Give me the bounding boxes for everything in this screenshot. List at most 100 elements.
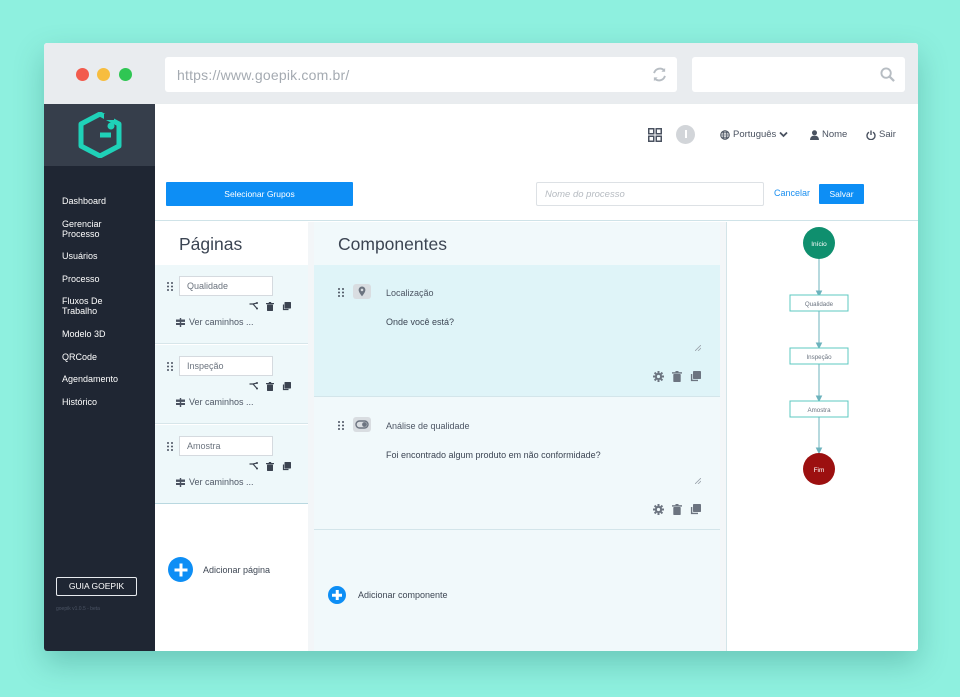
view-paths-label: Ver caminhos ... xyxy=(189,397,254,407)
copy-icon[interactable] xyxy=(282,302,291,311)
resize-handle-icon[interactable] xyxy=(695,478,701,484)
flow-step-label: Amostra xyxy=(807,407,831,414)
gear-icon[interactable] xyxy=(653,504,664,515)
save-button[interactable]: Salvar xyxy=(819,184,864,204)
cancel-button[interactable]: Cancelar xyxy=(774,188,810,198)
flow-step-node[interactable]: Amostra xyxy=(789,400,849,418)
page-actions xyxy=(249,382,291,391)
page-card[interactable]: Inspeção Ver caminhos ... xyxy=(155,345,308,424)
drag-handle-icon[interactable] xyxy=(167,442,173,451)
drag-handle-icon[interactable] xyxy=(338,288,344,297)
drag-handle-icon[interactable] xyxy=(338,421,344,430)
copy-icon[interactable] xyxy=(282,462,291,471)
flow-start-node[interactable]: Início xyxy=(803,227,835,259)
component-actions xyxy=(653,371,701,382)
copy-icon[interactable] xyxy=(282,382,291,391)
sidebar-item-dashboard[interactable]: Dashboard xyxy=(62,196,152,206)
process-name-input[interactable] xyxy=(536,182,764,206)
guide-button[interactable]: GUIA GOEPIK xyxy=(56,577,137,596)
branch-icon[interactable] xyxy=(249,302,258,310)
view-paths-link[interactable]: Ver caminhos ... xyxy=(176,397,254,407)
minimize-window-button[interactable] xyxy=(97,68,110,81)
process-toolbar: Selecionar Grupos Cancelar Salvar xyxy=(155,168,918,221)
components-panel: Componentes Localização Onde você está? … xyxy=(314,222,720,651)
goepik-logo-icon[interactable] xyxy=(78,112,122,158)
flow-diagram-canvas: Início Qualidade Inspeção Amostra Fim xyxy=(789,227,849,485)
browser-chrome: https://www.goepik.com.br/ xyxy=(44,43,918,104)
location-pin-icon xyxy=(353,284,371,299)
user-menu[interactable]: Nome xyxy=(810,129,847,140)
sidebar-nav: Dashboard Gerenciar Processo Usuários Pro… xyxy=(62,196,152,419)
component-card[interactable]: Análise de qualidade Foi encontrado algu… xyxy=(314,398,720,530)
sidebar-item-agendamento[interactable]: Agendamento xyxy=(62,374,152,384)
branch-icon[interactable] xyxy=(249,382,258,390)
top-header: Português Nome Sair xyxy=(155,104,918,168)
view-paths-label: Ver caminhos ... xyxy=(189,477,254,487)
resize-handle-icon[interactable] xyxy=(695,345,701,351)
page-name-input[interactable]: Qualidade xyxy=(179,276,273,296)
sidebar-item-modelo-3d[interactable]: Modelo 3D xyxy=(62,329,152,339)
sidebar-item-historico[interactable]: Histórico xyxy=(62,397,152,407)
signpost-icon xyxy=(176,397,185,407)
power-icon xyxy=(866,130,876,140)
trash-icon[interactable] xyxy=(672,371,682,382)
logout-label: Sair xyxy=(879,129,896,140)
page-name-input[interactable]: Inspeção xyxy=(179,356,273,376)
flow-step-node[interactable]: Qualidade xyxy=(789,294,849,312)
component-name: Localização xyxy=(386,288,434,298)
language-label: Português xyxy=(733,129,777,140)
maximize-window-button[interactable] xyxy=(119,68,132,81)
chevron-down-icon xyxy=(779,131,788,138)
apps-grid-icon[interactable] xyxy=(648,128,662,142)
sidebar-item-processo[interactable]: Processo xyxy=(62,274,152,284)
sidebar-item-usuarios[interactable]: Usuários xyxy=(62,251,152,261)
copy-icon[interactable] xyxy=(690,504,701,515)
component-question[interactable]: Foi encontrado algum produto em não conf… xyxy=(386,450,601,460)
reload-icon[interactable] xyxy=(652,67,667,82)
branch-icon[interactable] xyxy=(249,462,258,470)
view-paths-link[interactable]: Ver caminhos ... xyxy=(176,317,254,327)
view-paths-label: Ver caminhos ... xyxy=(189,317,254,327)
trash-icon[interactable] xyxy=(266,462,274,471)
trash-icon[interactable] xyxy=(266,302,274,311)
view-paths-link[interactable]: Ver caminhos ... xyxy=(176,477,254,487)
select-groups-button[interactable]: Selecionar Grupos xyxy=(166,182,353,206)
page-actions xyxy=(249,302,291,311)
flow-end-node[interactable]: Fim xyxy=(803,453,835,485)
flow-step-node[interactable]: Inspeção xyxy=(789,347,849,365)
language-selector[interactable]: Português xyxy=(720,129,788,140)
copy-icon[interactable] xyxy=(690,371,701,382)
sidebar-item-fluxos-de-trabalho[interactable]: Fluxos De Trabalho xyxy=(62,296,152,316)
components-title: Componentes xyxy=(338,234,447,254)
sidebar-item-qrcode[interactable]: QRCode xyxy=(62,352,152,362)
drag-handle-icon[interactable] xyxy=(167,282,173,291)
page-name-input[interactable]: Amostra xyxy=(179,436,273,456)
user-name: Nome xyxy=(822,129,848,140)
plus-circle-icon xyxy=(328,586,346,604)
add-page-button[interactable]: Adicionar página xyxy=(168,557,270,582)
toggle-icon xyxy=(353,417,371,432)
flow-step-label: Qualidade xyxy=(805,301,834,308)
add-page-label: Adicionar página xyxy=(203,564,271,575)
logout-button[interactable]: Sair xyxy=(866,129,896,140)
close-window-button[interactable] xyxy=(76,68,89,81)
address-bar[interactable]: https://www.goepik.com.br/ xyxy=(165,57,677,92)
trash-icon[interactable] xyxy=(672,504,682,515)
search-icon[interactable] xyxy=(880,67,895,82)
browser-search[interactable] xyxy=(692,57,905,92)
page-actions xyxy=(249,462,291,471)
page-card[interactable]: Qualidade Ver caminhos ... xyxy=(155,265,308,344)
notification-avatar[interactable] xyxy=(676,125,695,144)
sidebar-item-gerenciar-processo[interactable]: Gerenciar Processo xyxy=(62,219,152,239)
component-question[interactable]: Onde você está? xyxy=(386,317,454,327)
add-component-button[interactable]: Adicionar componente xyxy=(328,586,448,604)
component-card[interactable]: Localização Onde você está? xyxy=(314,265,720,397)
drag-handle-icon[interactable] xyxy=(167,362,173,371)
url-text: https://www.goepik.com.br/ xyxy=(177,67,350,83)
trash-icon[interactable] xyxy=(266,382,274,391)
gear-icon[interactable] xyxy=(653,371,664,382)
page-card[interactable]: Amostra Ver caminhos ... xyxy=(155,425,308,504)
signpost-icon xyxy=(176,317,185,327)
pages-title: Páginas xyxy=(179,234,243,254)
flow-diagram: Início Qualidade Inspeção Amostra Fim xyxy=(726,222,918,651)
